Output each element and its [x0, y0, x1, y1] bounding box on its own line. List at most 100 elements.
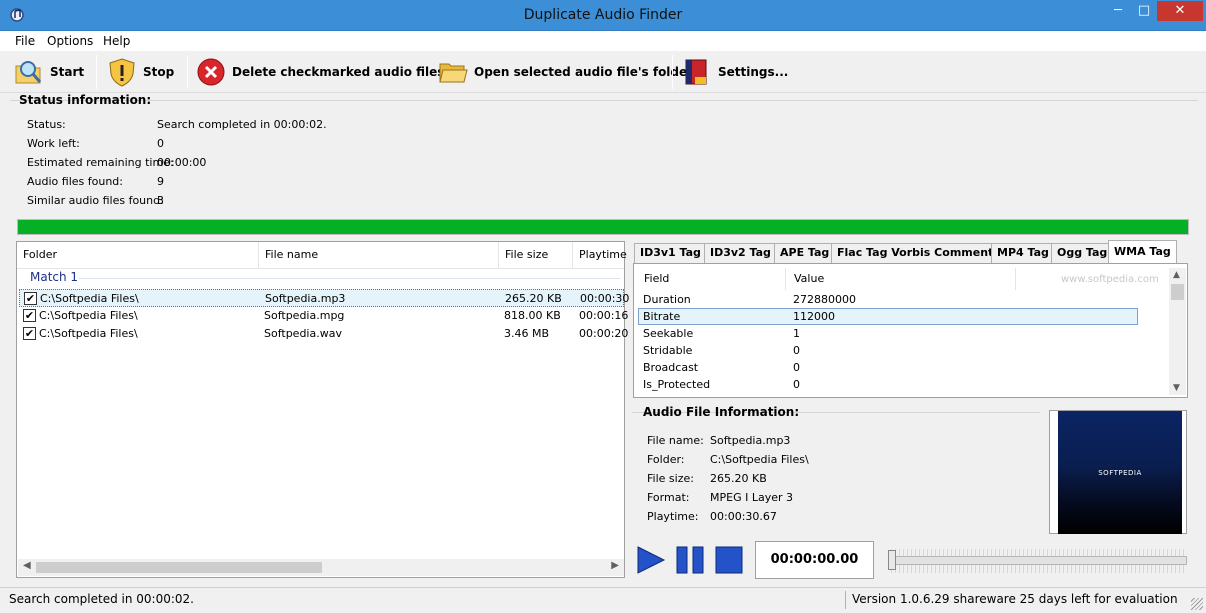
title-bar: Duplicate Audio Finder ─ □ ✕	[0, 0, 1206, 31]
seek-handle[interactable]	[888, 550, 896, 570]
tab-ogg[interactable]: Ogg Tag	[1051, 243, 1114, 263]
status-value: Search completed in 00:00:02.	[157, 118, 327, 131]
info-format-value: MPEG I Layer 3	[710, 491, 793, 504]
tag-row[interactable]: Seekable 1	[638, 326, 1138, 343]
start-button[interactable]: Start	[14, 55, 84, 89]
tab-id3v2[interactable]: ID3v2 Tag	[704, 243, 777, 263]
row-file-name: Softpedia.mp3	[265, 292, 346, 305]
close-button[interactable]: ✕	[1157, 1, 1203, 21]
column-field[interactable]: Field	[636, 268, 786, 290]
minimize-button[interactable]: ─	[1105, 1, 1131, 21]
tag-value: 272880000	[793, 293, 856, 306]
toolbar-separator	[187, 55, 188, 89]
settings-box-icon	[685, 59, 707, 85]
tag-value: 0	[793, 378, 800, 391]
table-row[interactable]: ✔ C:\Softpedia Files\ Softpedia.mpg 818.…	[19, 307, 628, 325]
tag-row[interactable]: Is_Protected 0	[638, 377, 1138, 394]
stop-button[interactable]: Stop	[107, 55, 174, 89]
audio-files-found-label: Audio files found:	[27, 175, 123, 188]
menu-help[interactable]: Help	[103, 34, 130, 48]
maximize-button[interactable]: □	[1131, 1, 1157, 21]
stop-icon[interactable]	[714, 545, 744, 575]
info-file-size-value: 265.20 KB	[710, 472, 767, 485]
horizontal-scrollbar[interactable]: ◀ ▶	[18, 559, 624, 576]
scroll-down-arrow-icon[interactable]: ▼	[1173, 383, 1180, 393]
row-file-size: 265.20 KB	[505, 292, 562, 305]
toolbar: Start Stop Delete checkmarked audio file…	[0, 51, 1206, 93]
toolbar-separator	[96, 55, 97, 89]
tag-row[interactable]: Bitrate 112000	[638, 308, 1138, 325]
scroll-right-arrow-icon[interactable]: ▶	[611, 560, 619, 571]
album-cover: SOFTPEDIA	[1049, 410, 1187, 534]
toolbar-separator	[672, 55, 673, 89]
column-folder[interactable]: Folder	[17, 242, 259, 268]
seek-slider[interactable]	[887, 545, 1189, 575]
status-bar-version: Version 1.0.6.29 shareware 25 days left …	[852, 592, 1178, 606]
info-file-size-label: File size:	[647, 472, 694, 485]
column-file-size[interactable]: File size	[499, 242, 573, 268]
similar-files-found-label: Similar audio files found:	[27, 194, 164, 207]
similar-files-found-value: 3	[157, 194, 164, 207]
column-value[interactable]: Value	[786, 268, 1016, 290]
menu-file[interactable]: File	[15, 34, 35, 48]
tab-id3v1[interactable]: ID3v1 Tag	[634, 243, 707, 263]
settings-button[interactable]: Settings...	[682, 55, 788, 89]
row-playtime: 00:00:30	[580, 292, 630, 305]
play-icon[interactable]	[636, 545, 666, 575]
status-label: Status:	[27, 118, 66, 131]
tag-field: Duration	[643, 293, 691, 306]
pause-icon[interactable]	[675, 545, 705, 575]
tag-value: 0	[793, 361, 800, 374]
tab-wma[interactable]: WMA Tag	[1108, 240, 1177, 264]
column-file-name[interactable]: File name	[259, 242, 499, 268]
tab-ape[interactable]: APE Tag	[774, 243, 836, 263]
tag-field: Bitrate	[643, 310, 681, 323]
audio-files-found-value: 9	[157, 175, 164, 188]
menu-options[interactable]: Options	[47, 34, 93, 48]
vertical-scrollbar[interactable]: ▲ ▼	[1169, 268, 1186, 395]
playback-time: 00:00:00.00	[755, 541, 874, 579]
tag-row[interactable]: Duration 272880000	[638, 292, 1138, 309]
scroll-left-arrow-icon[interactable]: ◀	[23, 560, 31, 571]
status-bar-message: Search completed in 00:00:02.	[9, 592, 194, 606]
scroll-thumb[interactable]	[1171, 284, 1184, 300]
resize-grip-icon[interactable]	[1191, 598, 1203, 610]
shield-warning-icon	[109, 58, 135, 87]
row-file-size: 3.46 MB	[504, 327, 550, 340]
tag-row[interactable]: Broadcast 0	[638, 360, 1138, 377]
info-playtime-value: 00:00:30.67	[710, 510, 777, 523]
scroll-up-arrow-icon[interactable]: ▲	[1173, 270, 1180, 280]
tag-field: Broadcast	[643, 361, 699, 374]
tag-table[interactable]: Field Value www.softpedia.com Duration 2…	[633, 263, 1188, 398]
tag-value: 1	[793, 327, 800, 340]
work-left-label: Work left:	[27, 137, 80, 150]
info-folder-value: C:\Softpedia Files\	[710, 453, 809, 466]
scroll-thumb[interactable]	[36, 562, 322, 573]
column-playtime[interactable]: Playtime	[573, 242, 627, 268]
cover-text: SOFTPEDIA	[1098, 469, 1142, 477]
info-playtime-label: Playtime:	[647, 510, 699, 523]
table-row[interactable]: ✔ C:\Softpedia Files\ Softpedia.wav 3.46…	[19, 325, 628, 343]
delete-files-button[interactable]: Delete checkmarked audio files...	[196, 55, 458, 89]
status-heading: Status information:	[19, 93, 152, 107]
open-folder-button[interactable]: Open selected audio file's folder	[438, 55, 693, 89]
group-label[interactable]: Match 1	[30, 270, 78, 284]
remaining-time-label: Estimated remaining time:	[27, 156, 174, 169]
row-checkbox[interactable]: ✔	[23, 309, 36, 322]
group-divider	[79, 278, 620, 279]
row-file-size: 818.00 KB	[504, 309, 561, 322]
tab-mp4[interactable]: MP4 Tag	[991, 243, 1055, 263]
audio-info-heading: Audio File Information:	[643, 405, 800, 419]
tab-flac[interactable]: Flac Tag Vorbis Comments	[831, 243, 1006, 263]
watermark: www.softpedia.com	[1061, 274, 1159, 285]
table-row[interactable]: ✔ C:\Softpedia Files\ Softpedia.mp3 265.…	[19, 289, 629, 307]
file-list[interactable]: Folder File name File size Playtime Matc…	[16, 241, 629, 578]
row-checkbox[interactable]: ✔	[23, 327, 36, 340]
info-folder-label: Folder:	[647, 453, 685, 466]
window-title: Duplicate Audio Finder	[523, 7, 683, 23]
tag-row[interactable]: Stridable 0	[638, 343, 1138, 360]
row-playtime: 00:00:20	[579, 327, 629, 340]
start-label: Start	[50, 65, 85, 79]
tag-value: 112000	[793, 310, 835, 323]
row-checkbox[interactable]: ✔	[24, 292, 37, 305]
